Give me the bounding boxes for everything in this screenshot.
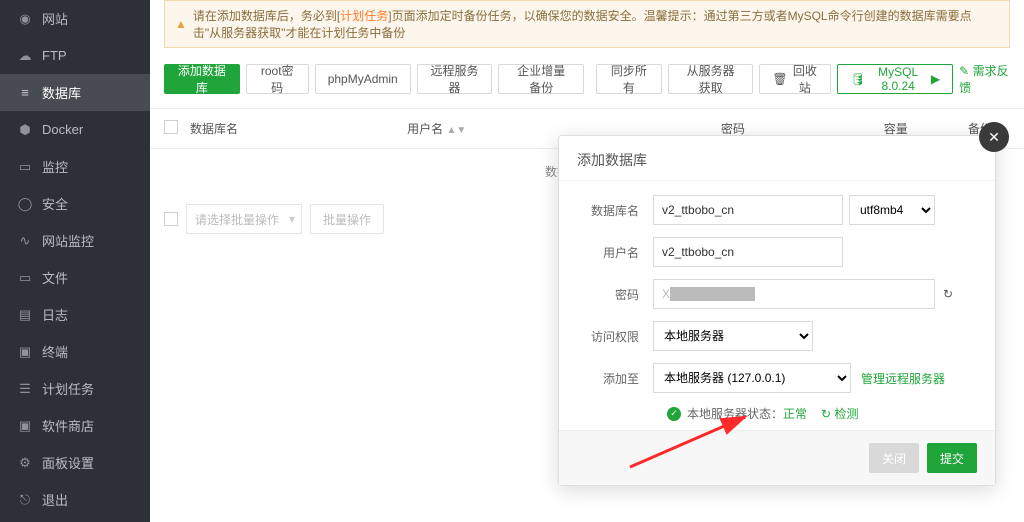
status-check-link[interactable]: ↻ 检测 — [821, 405, 858, 422]
modal-close-button[interactable]: ✕ — [979, 122, 1009, 152]
label-password: 密码 — [577, 286, 653, 303]
permission-select[interactable]: 本地服务器 — [653, 321, 813, 351]
label-addto: 添加至 — [577, 370, 653, 387]
label-user: 用户名 — [577, 244, 653, 261]
modal-overlay: ✕ 添加数据库 数据库名 utf8mb4 用户名 密码 ↻ 访问权限 本地服务器 — [0, 0, 1024, 522]
add-database-modal: ✕ 添加数据库 数据库名 utf8mb4 用户名 密码 ↻ 访问权限 本地服务器 — [558, 135, 996, 486]
modal-submit-button[interactable]: 提交 — [927, 443, 977, 473]
refresh-icon: ↻ — [821, 407, 831, 421]
manage-remote-link[interactable]: 管理远程服务器 — [861, 370, 945, 387]
addto-select[interactable]: 本地服务器 (127.0.0.1) — [653, 363, 851, 393]
server-status: ✓ 本地服务器状态： 正常 ↻ 检测 — [667, 405, 977, 422]
modal-close-footer-button[interactable]: 关闭 — [869, 443, 919, 473]
modal-title: 添加数据库 — [559, 136, 995, 181]
dbname-input[interactable] — [653, 195, 843, 225]
label-permission: 访问权限 — [577, 328, 653, 345]
password-input[interactable] — [653, 279, 935, 309]
ok-icon: ✓ — [667, 407, 681, 421]
label-dbname: 数据库名 — [577, 202, 653, 219]
user-input[interactable] — [653, 237, 843, 267]
charset-select[interactable]: utf8mb4 — [849, 195, 935, 225]
regenerate-password-icon[interactable]: ↻ — [943, 286, 959, 302]
status-ok-text: 正常 — [783, 405, 807, 422]
